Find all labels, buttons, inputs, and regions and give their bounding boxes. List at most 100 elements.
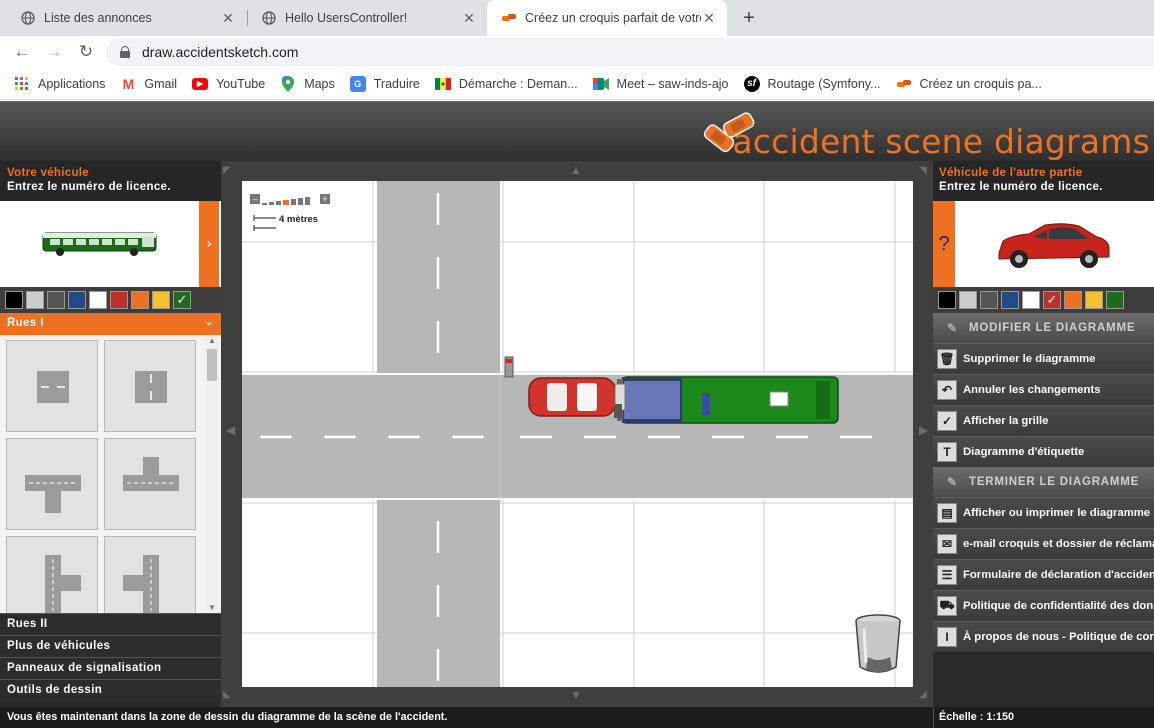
form-icon: ☰ — [937, 565, 957, 585]
section-more-vehicles[interactable]: Plus de véhicules — [0, 635, 221, 657]
browser-tab-bar: Liste des annonces ✕ Hello UsersControll… — [0, 0, 1154, 36]
other-vehicle-color-palette: ✓ — [933, 287, 1154, 313]
corner-sw-arrow-icon[interactable]: ◣ — [223, 689, 231, 700]
other-vehicle-preview[interactable]: ? — [933, 201, 1154, 287]
zoom-level-bars[interactable] — [262, 195, 318, 205]
address-bar[interactable]: draw.accidentsketch.com — [106, 38, 1154, 66]
color-swatch-orange[interactable] — [1064, 291, 1082, 309]
color-swatch-blue[interactable] — [1001, 291, 1019, 309]
pan-right-arrow-icon[interactable]: ▶ — [919, 423, 928, 437]
pan-up-arrow-icon[interactable]: ▲ — [570, 163, 582, 177]
vehicle-select-arrow-button[interactable]: › — [199, 201, 219, 287]
close-tab-icon[interactable]: ✕ — [461, 10, 477, 27]
bookmark-label: Démarche : Deman... — [458, 76, 578, 91]
symfony-icon: sf — [743, 75, 760, 92]
about-us-button[interactable]: I À propos de nous - Politique de confid… — [933, 621, 1154, 652]
section-rues-2[interactable]: Rues II — [0, 613, 221, 635]
color-swatch-silver[interactable] — [26, 291, 44, 309]
drawing-canvas[interactable]: – + 4 mètres — [242, 181, 913, 687]
print-diagram-button[interactable]: ▤ Afficher ou imprimer le diagramme — [933, 497, 1154, 528]
meet-icon — [592, 76, 609, 92]
color-swatch-gray[interactable] — [47, 291, 65, 309]
scale-label: 4 mètres — [279, 214, 319, 225]
color-swatch-yellow[interactable] — [152, 291, 170, 309]
corner-se-arrow-icon[interactable]: ◢ — [919, 689, 927, 700]
bookmark-maps[interactable]: Maps — [280, 75, 335, 92]
privacy-policy-button[interactable]: ⛟ Politique de confidentialité des donné… — [933, 590, 1154, 621]
color-swatch-orange[interactable] — [131, 291, 149, 309]
color-swatch-red[interactable] — [110, 291, 128, 309]
bookmark-youtube[interactable]: ▶ YouTube — [192, 77, 265, 91]
bookmark-meet[interactable]: Meet – saw-inds-ajo — [592, 76, 729, 92]
section-drawing-tools[interactable]: Outils de dessin — [0, 679, 221, 701]
corner-ne-arrow-icon[interactable]: ◥ — [919, 165, 927, 176]
other-vehicle-help-button[interactable]: ? — [933, 201, 955, 287]
bookmark-gmail[interactable]: M Gmail — [120, 76, 178, 92]
bookmark-traduire[interactable]: G Traduire — [349, 75, 420, 92]
trash-can-icon — [855, 614, 901, 673]
color-swatch-black[interactable] — [5, 291, 23, 309]
reload-button[interactable]: ↻ — [74, 40, 98, 64]
color-swatch-blue[interactable] — [68, 291, 86, 309]
pencil-icon: ✎ — [947, 321, 958, 335]
bookmark-demarche[interactable]: Démarche : Deman... — [434, 76, 578, 92]
pan-down-arrow-icon[interactable]: ▼ — [570, 688, 582, 702]
street-tile-t-junction-left[interactable] — [104, 536, 196, 613]
scale-readout: Échelle : 1:150 — [939, 711, 1015, 723]
tab-hello-users[interactable]: Hello UsersController! ✕ — [247, 0, 487, 36]
color-swatch-green[interactable] — [1106, 291, 1124, 309]
section-road-signs[interactable]: Panneaux de signalisation — [0, 657, 221, 679]
bookmark-croquis[interactable]: Créez un croquis pa... — [896, 76, 1042, 92]
info-icon: I — [937, 627, 957, 647]
color-swatch-green-selected[interactable]: ✓ — [173, 291, 191, 309]
zoom-out-button[interactable]: – — [250, 194, 260, 204]
new-tab-button[interactable]: + — [737, 6, 761, 30]
scroll-down-arrow-icon[interactable]: ▼ — [205, 603, 219, 612]
scrollbar-thumb[interactable] — [207, 349, 217, 381]
accident-form-button[interactable]: ☰ Formulaire de déclaration d'accident — [933, 559, 1154, 590]
tab-liste-annonces[interactable]: Liste des annonces ✕ — [6, 0, 246, 36]
show-grid-button[interactable]: ✓ Afficher la grille — [933, 405, 1154, 436]
street-tile-vertical[interactable] — [104, 340, 196, 432]
flag-icon — [434, 76, 451, 92]
color-swatch-red-selected[interactable]: ✓ — [1043, 291, 1061, 309]
forward-button[interactable]: → — [42, 40, 66, 64]
accident-sketch-app: accident scene diagrams Votre véhicule E… — [0, 101, 1154, 728]
color-swatch-white[interactable] — [89, 291, 107, 309]
pan-left-arrow-icon[interactable]: ◀ — [226, 423, 235, 437]
menu-label: À propos de nous - Politique de confiden… — [963, 631, 1154, 643]
corner-nw-arrow-icon[interactable]: ◤ — [223, 165, 231, 176]
section-rues-1[interactable]: Rues I ⌄ — [0, 313, 221, 335]
street-tile-t-junction-down[interactable] — [6, 438, 98, 530]
back-button[interactable]: ← — [10, 40, 34, 64]
undo-changes-button[interactable]: ↶ Annuler les changements — [933, 374, 1154, 405]
zoom-in-button[interactable]: + — [320, 194, 330, 204]
color-swatch-silver[interactable] — [959, 291, 977, 309]
street-tile-t-junction-right[interactable] — [6, 536, 98, 613]
close-tab-icon[interactable]: ✕ — [220, 10, 236, 27]
color-swatch-gray[interactable] — [980, 291, 998, 309]
your-vehicle-preview[interactable]: › — [0, 201, 221, 287]
tab-accident-sketch[interactable]: Créez un croquis parfait de votre ✕ — [487, 0, 727, 36]
label-diagram-button[interactable]: T Diagramme d'étiquette — [933, 436, 1154, 467]
close-tab-icon[interactable]: ✕ — [701, 10, 717, 27]
zoom-control: – + — [250, 194, 330, 206]
bookmark-applications[interactable]: Applications — [14, 76, 105, 92]
color-swatch-yellow[interactable] — [1085, 291, 1103, 309]
color-swatch-white[interactable] — [1022, 291, 1040, 309]
tab-title: Liste des annonces — [44, 11, 152, 25]
other-vehicle-license-prompt[interactable]: Entrez le numéro de licence. — [939, 181, 1148, 193]
tiles-scrollbar[interactable]: ▲ ▼ — [205, 335, 219, 613]
email-sketch-button[interactable]: ✉ e-mail croquis et dossier de réclamati… — [933, 528, 1154, 559]
bookmark-label: Créez un croquis pa... — [919, 76, 1042, 91]
street-tile-straight[interactable] — [6, 340, 98, 432]
your-vehicle-license-prompt[interactable]: Entrez le numéro de licence. — [7, 181, 214, 193]
street-tile-t-junction-up[interactable] — [104, 438, 196, 530]
delete-diagram-button[interactable]: 🗑 Supprimer le diagramme — [933, 343, 1154, 374]
menu-label: e-mail croquis et dossier de réclamation — [963, 538, 1154, 550]
color-swatch-black[interactable] — [938, 291, 956, 309]
traffic-light-icon — [504, 356, 514, 378]
bookmark-routage[interactable]: sf Routage (Symfony... — [743, 75, 881, 92]
right-panel: Véhicule de l'autre partie Entrez le num… — [933, 161, 1154, 707]
scroll-up-arrow-icon[interactable]: ▲ — [205, 336, 219, 345]
